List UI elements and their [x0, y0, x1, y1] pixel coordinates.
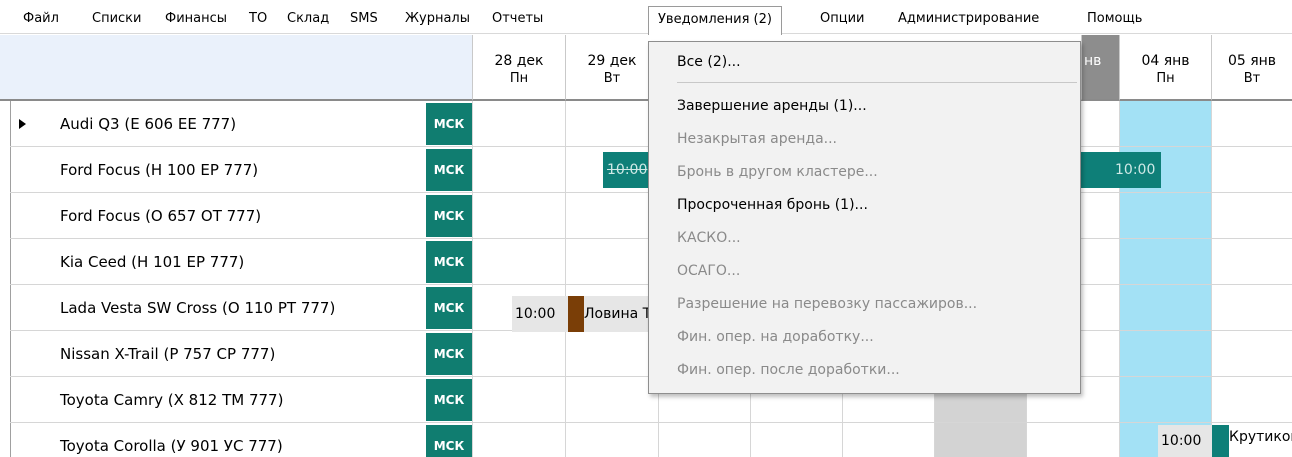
menu-administration[interactable]: Администрирование — [898, 8, 1039, 30]
menu-help[interactable]: Помощь — [1087, 8, 1142, 30]
weekday-label: Вт — [1243, 71, 1261, 86]
menu-notifications[interactable]: Уведомления (2) — [648, 6, 782, 35]
dropdown-item-kasko[interactable]: КАСКО... — [649, 222, 1080, 254]
booking-start-time: 10:00 — [607, 162, 648, 178]
dropdown-item-unclosed-rental[interactable]: Незакрытая аренда... — [649, 123, 1080, 155]
grid-header-corner — [0, 35, 472, 101]
date-header[interactable]: 29 дек Вт — [565, 35, 658, 101]
weekday-label: Вт — [603, 71, 621, 86]
date-header-today[interactable]: 04 янв Пн — [1119, 35, 1211, 101]
menu-lists[interactable]: Списки — [92, 8, 141, 30]
booking-bar[interactable]: 10:00 — [1081, 152, 1161, 188]
vehicle-name: Ford Focus (Н 100 ЕР 777) — [60, 161, 259, 179]
menu-bar: Файл Списки Финансы ТО Склад SMS Журналы… — [0, 0, 1292, 35]
dropdown-item-rental-end[interactable]: Завершение аренды (1)... — [649, 90, 1080, 122]
menu-journals[interactable]: Журналы — [405, 8, 470, 30]
vehicle-name: Lada Vesta SW Cross (О 110 РТ 777) — [60, 299, 336, 317]
date-label: нв — [1084, 53, 1102, 69]
dropdown-item-overdue-booking[interactable]: Просроченная бронь (1)... — [649, 189, 1080, 221]
current-row-pointer-icon — [19, 119, 26, 129]
dropdown-item-osago[interactable]: ОСАГО... — [649, 255, 1080, 287]
booking-status-marker — [1212, 425, 1229, 457]
vehicle-name: Ford Focus (О 657 ОТ 777) — [60, 207, 262, 225]
vehicle-name: Toyota Corolla (У 901 УС 777) — [60, 437, 283, 455]
date-label: 04 янв — [1141, 53, 1190, 69]
cluster-badge: МСК — [426, 379, 472, 421]
menu-file[interactable]: Файл — [23, 8, 59, 30]
date-header[interactable]: 05 янв Вт — [1211, 35, 1292, 101]
booking-bar[interactable]: 10:00 — [603, 152, 650, 188]
dropdown-item-passenger-permit[interactable]: Разрешение на перевозку пассажиров... — [649, 288, 1080, 320]
booking-bar[interactable]: Ловина Т — [584, 296, 648, 332]
dropdown-item-other-cluster-booking[interactable]: Бронь в другом кластере... — [649, 156, 1080, 188]
dropdown-item-all[interactable]: Все (2)... — [649, 46, 1080, 78]
notifications-dropdown: Все (2)... Завершение аренды (1)... Неза… — [648, 41, 1081, 394]
vehicle-name: Nissan X-Trail (Р 757 СР 777) — [60, 345, 276, 363]
booking-bar[interactable]: Крутиков — [1229, 425, 1292, 457]
vehicle-name: Kia Ceed (Н 101 ЕР 777) — [60, 253, 245, 271]
cluster-badge: МСК — [426, 333, 472, 375]
menu-options[interactable]: Опции — [820, 8, 864, 30]
booking-bar[interactable]: 10:00 — [1158, 425, 1212, 457]
dropdown-item-fin-ops-after-revision[interactable]: Фин. опер. после доработки... — [649, 354, 1080, 386]
booking-bar[interactable]: 10:00 — [512, 296, 568, 332]
menu-warehouse[interactable]: Склад — [287, 8, 329, 30]
weekday-label: Пн — [509, 71, 529, 86]
cluster-badge: МСК — [426, 149, 472, 191]
cluster-badge: МСК — [426, 425, 472, 457]
vehicle-name: Toyota Camry (Х 812 ТМ 777) — [60, 391, 284, 409]
date-header[interactable]: 28 дек Пн — [472, 35, 565, 101]
booking-time: 10:00 — [515, 306, 556, 322]
date-label: 29 дек — [587, 53, 637, 69]
weekday-label: Пн — [1156, 71, 1175, 86]
booking-time: 10:00 — [1161, 433, 1202, 449]
menu-finance[interactable]: Финансы — [165, 8, 227, 30]
cluster-badge: МСК — [426, 241, 472, 283]
cluster-badge: МСК — [426, 103, 472, 145]
vehicle-name: Audi Q3 (Е 606 ЕЕ 777) — [60, 115, 237, 133]
dropdown-separator — [677, 82, 1077, 83]
booking-client: Ловина Т — [584, 306, 648, 322]
date-label: 28 дек — [494, 53, 544, 69]
booking-client: Крутиков — [1229, 429, 1292, 445]
cluster-badge: МСК — [426, 287, 472, 329]
date-header[interactable]: нв — [1081, 35, 1119, 101]
menu-maintenance[interactable]: ТО — [249, 8, 267, 30]
vehicle-row[interactable]: Toyota Corolla (У 901 УС 777) МСК — [10, 423, 1292, 457]
menu-sms[interactable]: SMS — [350, 8, 378, 30]
dropdown-item-fin-ops-revision[interactable]: Фин. опер. на доработку... — [649, 321, 1080, 353]
booking-status-marker — [568, 296, 584, 332]
date-label: 05 янв — [1227, 53, 1277, 69]
menu-reports[interactable]: Отчеты — [492, 8, 543, 30]
cluster-badge: МСК — [426, 195, 472, 237]
booking-end-time: 10:00 — [1115, 162, 1156, 178]
